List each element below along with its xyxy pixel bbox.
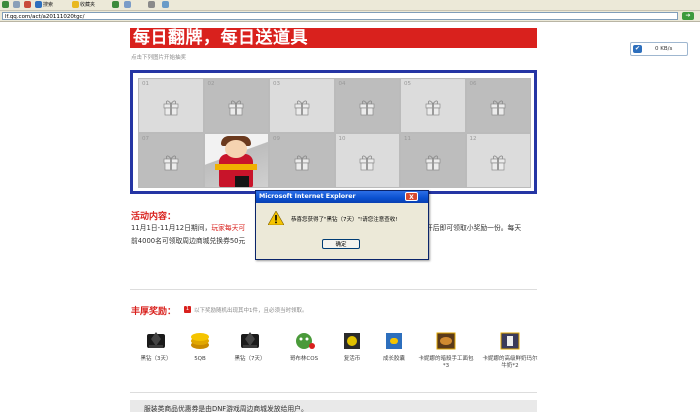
card-number: 09	[273, 136, 280, 142]
gift-icon	[162, 153, 180, 171]
print-icon[interactable]	[148, 1, 156, 9]
gift-icon	[489, 98, 507, 116]
capsule-icon	[382, 330, 406, 352]
activity-line-2: 前4000名可领取周边商城兑换券50元	[131, 237, 246, 245]
card-number: 07	[142, 136, 149, 142]
mail-icon[interactable]	[124, 1, 132, 9]
favorites-label: 收藏夹	[80, 2, 96, 8]
card[interactable]: 11	[400, 133, 466, 188]
card-number: 11	[404, 136, 411, 142]
card-number: 01	[142, 81, 149, 87]
rewards-badge: 1	[184, 306, 191, 313]
search-icon	[35, 1, 42, 8]
activity-line-1: 11月1日-11月12日期间，玩家每天可	[131, 222, 245, 232]
browser-toolbar: 搜索 收藏夹	[0, 0, 700, 11]
banner-subtitle: 点击下列图片开始抽奖	[131, 55, 187, 61]
net-speed-text: 0 KB/s	[655, 46, 673, 52]
search-button[interactable]: 搜索	[35, 1, 53, 9]
gift-icon	[424, 98, 442, 116]
card[interactable]: 10	[334, 133, 400, 188]
card-number: 06	[469, 81, 477, 87]
card-grid: 01 02 03 04 05 06 07 09 10 11 12	[138, 78, 531, 188]
divider	[130, 392, 537, 393]
alert-dialog: Microsoft Internet Explorer X 恭喜您获得了"黑钻（…	[255, 190, 429, 260]
reward-item: 卡妮娜的暗殺手工面包*3	[418, 330, 474, 370]
reward-label: 卡妮娜的高级鲜奶玛尔牛奶*2	[482, 356, 538, 369]
reward-label: 黑钻（7天）	[234, 356, 266, 362]
card[interactable]: 05	[400, 78, 466, 133]
banner-title: 每日翻牌，每日送道具	[133, 28, 308, 48]
reward-item: 卡妮娜的高级鲜奶玛尔牛奶*2	[482, 330, 538, 370]
dialog-ok-button[interactable]: 确定	[322, 239, 360, 249]
star-icon	[72, 1, 79, 8]
card-revealed[interactable]	[203, 133, 269, 188]
gift-icon	[358, 153, 376, 171]
gift-icon	[424, 153, 442, 171]
card-number: 10	[338, 136, 346, 142]
card[interactable]: 02	[203, 78, 269, 133]
coin-icon	[188, 330, 212, 352]
gift-icon	[227, 98, 245, 116]
gift-icon	[489, 153, 507, 171]
card[interactable]: 04	[334, 78, 400, 133]
reward-label: 卡妮娜的暗殺手工面包*3	[418, 356, 474, 369]
card-board: 01 02 03 04 05 06 07 09 10 11 12	[130, 70, 537, 194]
card-number: 02	[207, 81, 215, 87]
rewards-note: 以下奖励随机出现其中1件，且必须当时领取。	[194, 308, 308, 314]
favorites-button[interactable]: 收藏夹	[72, 1, 95, 9]
net-speed-widget[interactable]: ✔ 0 KB/s	[630, 42, 688, 56]
go-button[interactable]: ➔	[682, 12, 694, 20]
divider	[130, 289, 537, 290]
card-number: 03	[273, 81, 280, 87]
activity-line-1-text: 11月1日-11月12日期间，	[131, 224, 212, 232]
forward-icon[interactable]	[13, 1, 21, 9]
rewards-title: 丰厚奖励：	[131, 307, 177, 317]
gift-icon	[293, 153, 311, 171]
stop-icon[interactable]	[24, 1, 32, 9]
media-icon[interactable]	[112, 1, 120, 9]
search-label: 搜索	[43, 2, 54, 8]
card[interactable]: 06	[465, 78, 531, 133]
url-field[interactable]: lf.qq.com/act/a20111020tgc/	[2, 12, 678, 20]
activity-title: 活动内容：	[131, 212, 177, 222]
dialog-message: 恭喜您获得了"黑钻（7天）"!请您注意查收!	[291, 217, 398, 223]
bread-icon	[434, 330, 458, 352]
card[interactable]: 09	[269, 133, 335, 188]
black-diamond-icon	[144, 330, 168, 352]
card-number: 12	[469, 136, 477, 142]
goblin-icon	[292, 330, 316, 352]
revive-coin-icon	[340, 330, 364, 352]
edit-icon[interactable]	[162, 1, 170, 9]
milk-icon	[498, 330, 522, 352]
activity-line-1-right: 开后即可领取小奖励一份。每天	[426, 224, 522, 232]
card-number: 04	[338, 81, 346, 87]
gift-icon	[162, 98, 180, 116]
reward-label: 5QB	[194, 356, 206, 362]
dialog-close-button[interactable]: X	[405, 192, 418, 201]
card-number: 05	[404, 81, 411, 87]
black-diamond-icon	[238, 330, 262, 352]
gift-icon	[358, 98, 376, 116]
card[interactable]: 01	[138, 78, 204, 133]
warning-icon	[268, 211, 284, 225]
activity-highlight: 玩家每天可	[211, 224, 246, 232]
go-arrow-icon: ➔	[685, 12, 691, 19]
reward-label: 成长胶囊	[382, 356, 405, 362]
reward-item: 成长胶囊	[366, 330, 422, 363]
back-icon[interactable]	[2, 1, 10, 9]
reward-item: 黑钻（7天）	[222, 330, 278, 363]
reward-item: 5QB	[172, 330, 228, 363]
dialog-title: Microsoft Internet Explorer	[259, 193, 356, 200]
card[interactable]: 12	[465, 133, 531, 188]
card[interactable]: 07	[138, 133, 204, 188]
check-icon: ✔	[633, 45, 642, 53]
card[interactable]: 03	[269, 78, 335, 133]
gift-icon	[293, 98, 311, 116]
dialog-titlebar[interactable]: Microsoft Internet Explorer X	[256, 191, 428, 203]
address-bar: lf.qq.com/act/a20111020tgc/ ➔	[0, 11, 700, 22]
